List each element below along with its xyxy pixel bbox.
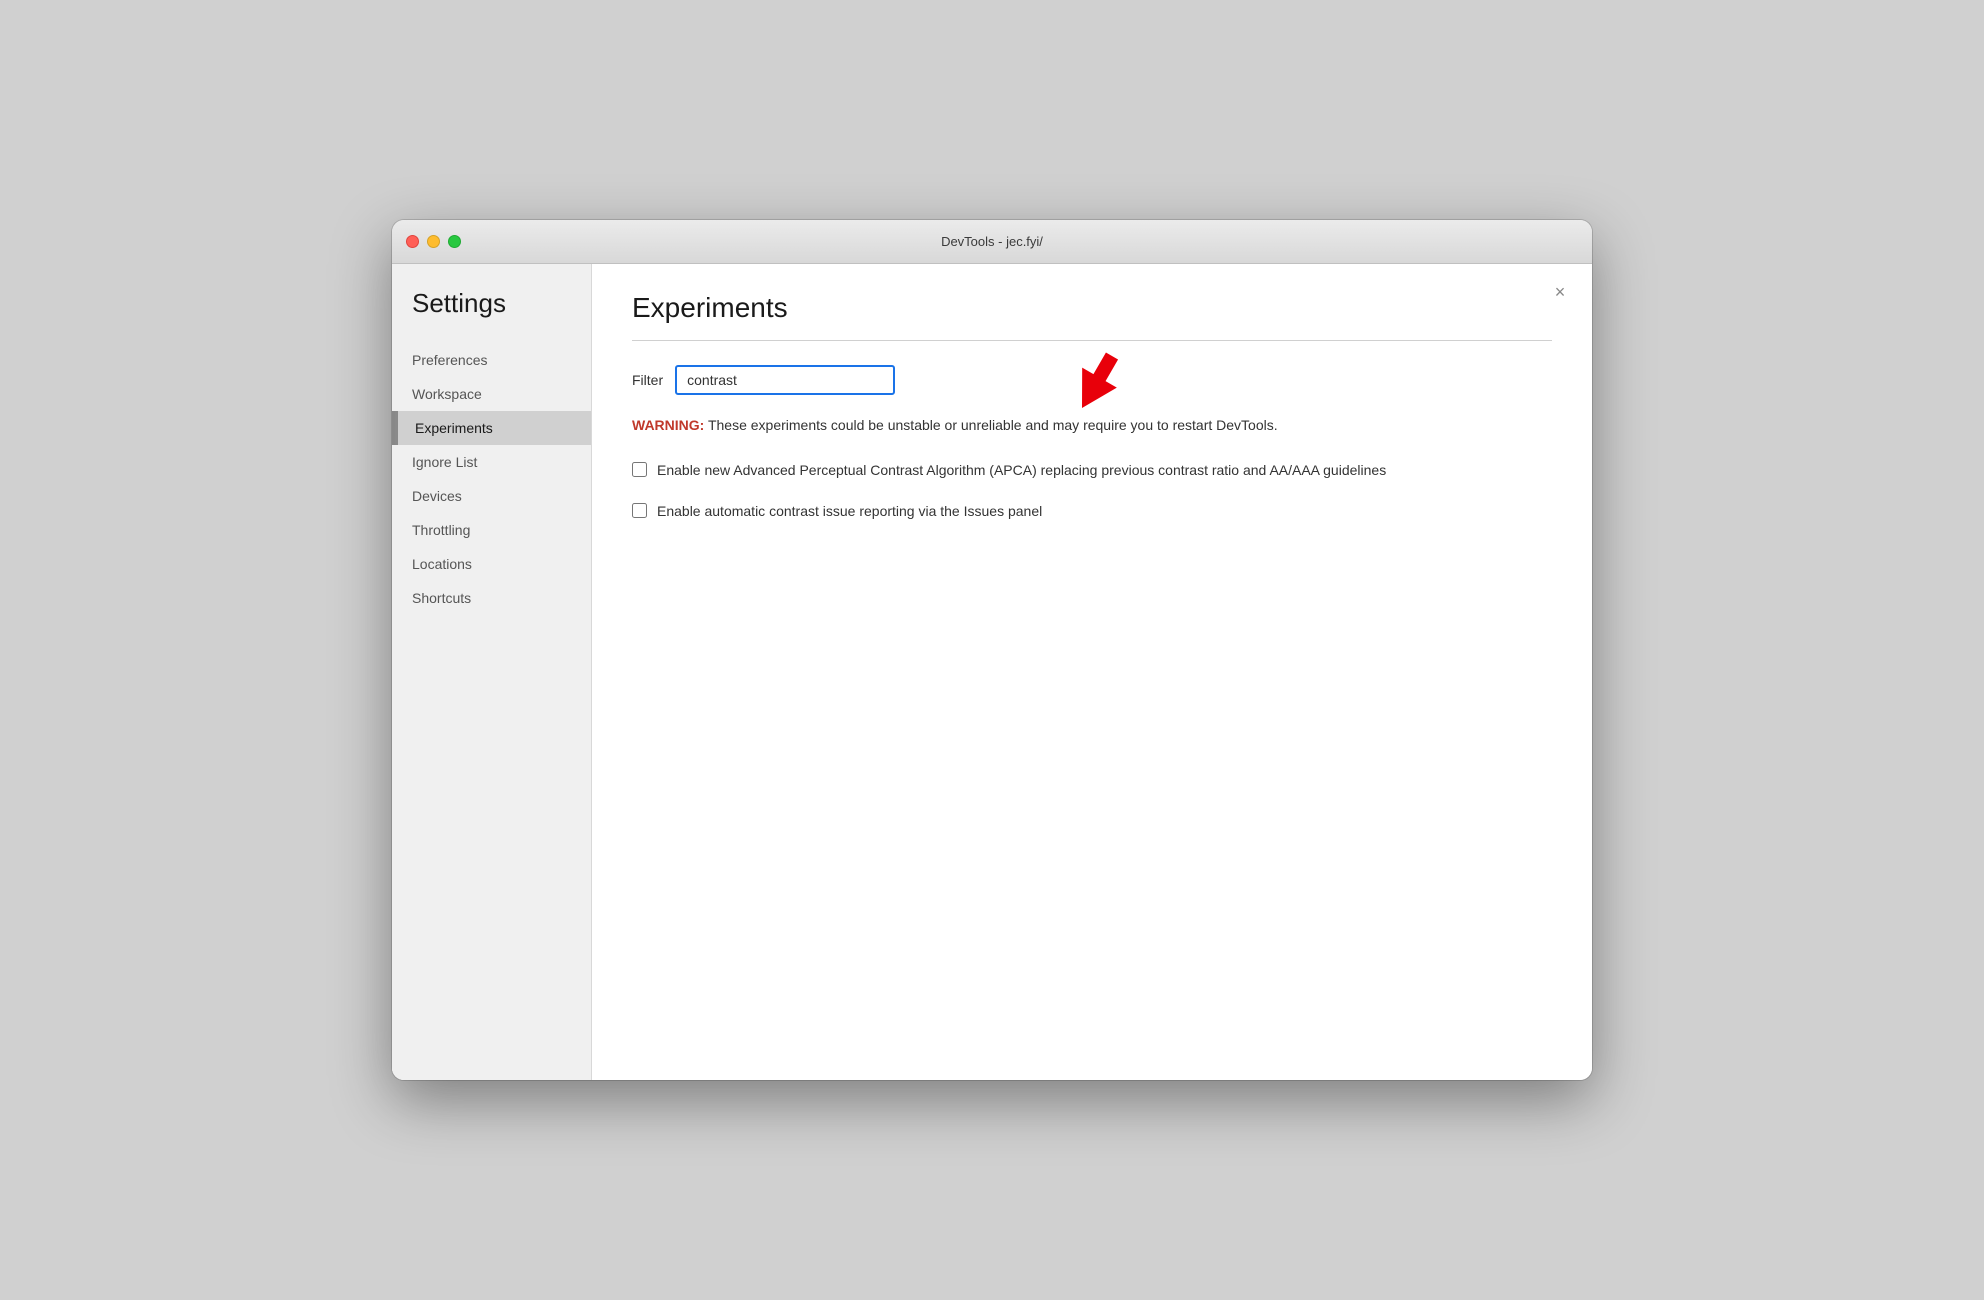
sidebar-title: Settings <box>392 288 591 343</box>
maximize-window-button[interactable] <box>448 235 461 248</box>
traffic-lights <box>406 235 461 248</box>
checkbox-auto-contrast: Enable automatic contrast issue reportin… <box>632 501 1552 522</box>
auto-contrast-checkbox[interactable] <box>632 503 647 518</box>
window-title: DevTools - jec.fyi/ <box>941 234 1043 249</box>
close-panel-button[interactable]: × <box>1548 280 1572 304</box>
browser-window: DevTools - jec.fyi/ Settings Preferences… <box>392 220 1592 1080</box>
filter-row: Filter <box>632 365 1552 395</box>
sidebar-item-locations[interactable]: Locations <box>392 547 591 581</box>
checkbox-apca: Enable new Advanced Perceptual Contrast … <box>632 460 1552 481</box>
close-window-button[interactable] <box>406 235 419 248</box>
red-arrow-annotation <box>1052 347 1142 422</box>
sidebar: Settings Preferences Workspace Experimen… <box>392 264 592 1080</box>
page-title: Experiments <box>632 292 1552 324</box>
sidebar-item-devices[interactable]: Devices <box>392 479 591 513</box>
sidebar-item-preferences[interactable]: Preferences <box>392 343 591 377</box>
title-bar: DevTools - jec.fyi/ <box>392 220 1592 264</box>
sidebar-item-ignore-list[interactable]: Ignore List <box>392 445 591 479</box>
warning-label: WARNING: <box>632 417 704 433</box>
main-content: × Experiments Filter <box>592 264 1592 1080</box>
filter-label: Filter <box>632 372 663 388</box>
sidebar-item-workspace[interactable]: Workspace <box>392 377 591 411</box>
apca-label: Enable new Advanced Perceptual Contrast … <box>657 460 1386 481</box>
filter-input[interactable] <box>675 365 895 395</box>
divider <box>632 340 1552 341</box>
sidebar-item-throttling[interactable]: Throttling <box>392 513 591 547</box>
minimize-window-button[interactable] <box>427 235 440 248</box>
window-body: Settings Preferences Workspace Experimen… <box>392 264 1592 1080</box>
apca-checkbox[interactable] <box>632 462 647 477</box>
sidebar-item-experiments[interactable]: Experiments <box>392 411 591 445</box>
sidebar-item-shortcuts[interactable]: Shortcuts <box>392 581 591 615</box>
auto-contrast-label: Enable automatic contrast issue reportin… <box>657 501 1042 522</box>
